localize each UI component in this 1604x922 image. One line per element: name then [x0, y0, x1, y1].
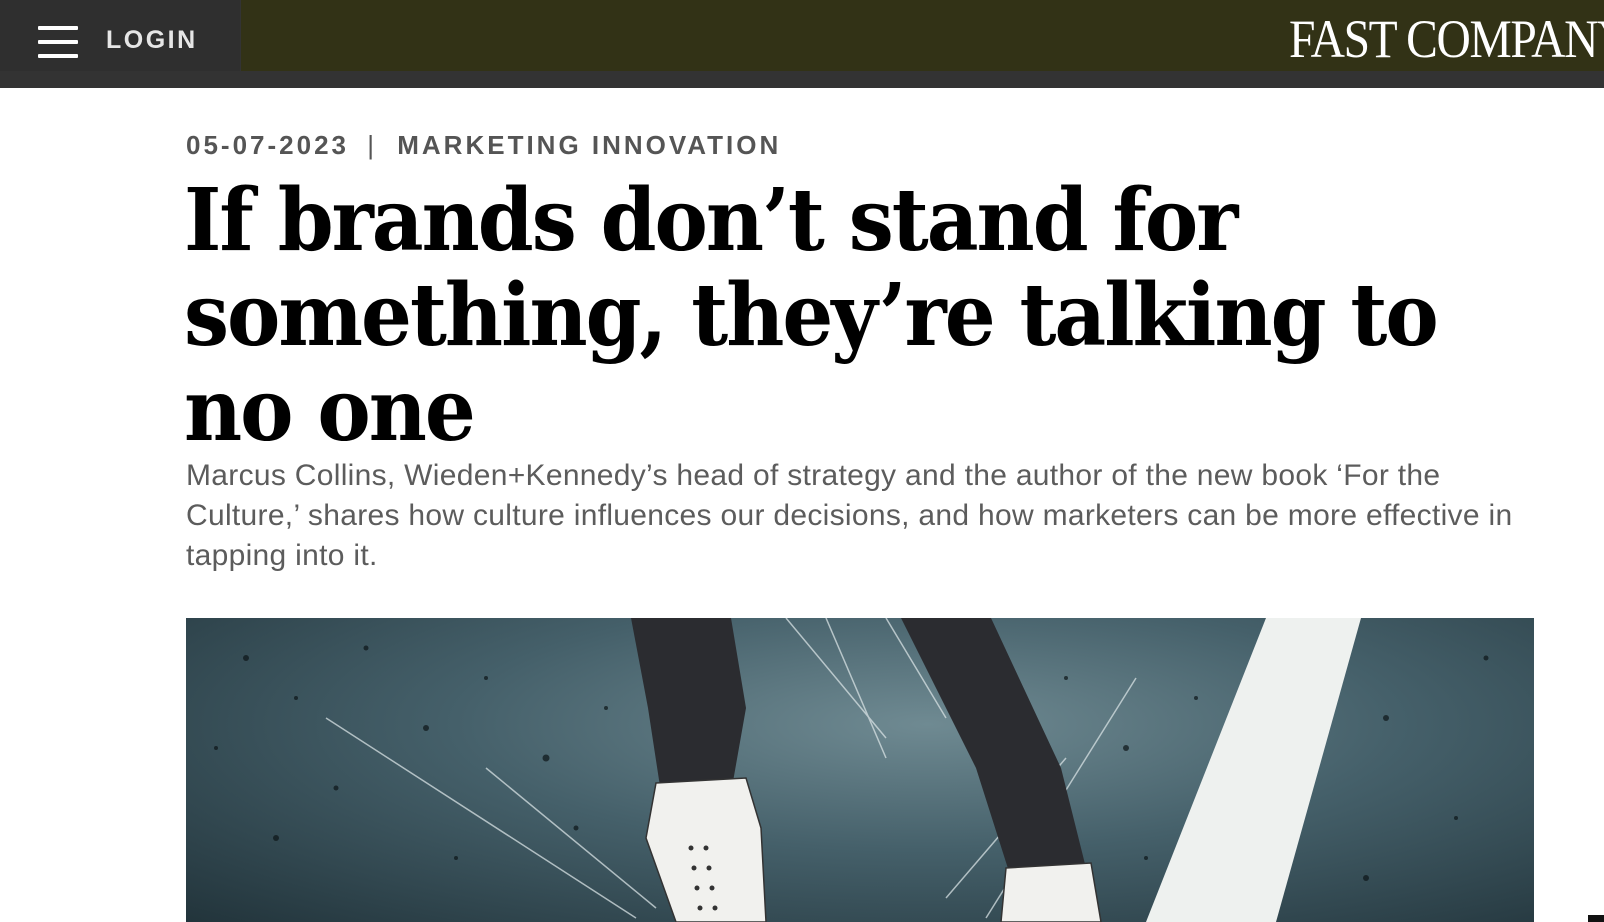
brand-bar: FAST COMPANY	[241, 0, 1604, 71]
article-headline: If brands don’t stand for something, the…	[184, 168, 1439, 461]
hero-image	[186, 618, 1534, 922]
meta-separator: |	[367, 130, 377, 160]
fast-company-logo[interactable]: FAST COMPANY	[1289, 12, 1604, 66]
hamburger-line	[38, 26, 78, 30]
left-leg	[631, 618, 746, 793]
road-stripe	[1146, 618, 1361, 922]
article-dek: Marcus Collins, Wieden+Kennedy’s head of…	[186, 459, 1513, 572]
right-boot	[1000, 862, 1102, 922]
scroll-indicator	[1588, 915, 1604, 922]
hamburger-line	[38, 40, 78, 44]
hero-illustration	[214, 618, 1489, 922]
hamburger-line	[38, 54, 78, 58]
right-leg	[901, 618, 1086, 878]
article-date: 05-07-2023	[186, 130, 349, 160]
article-meta: 05-07-2023 | MARKETING INNOVATION	[186, 130, 781, 161]
hamburger-menu-icon[interactable]	[38, 26, 78, 60]
site-header: LOGIN FAST COMPANY	[0, 0, 1604, 88]
login-link[interactable]: LOGIN	[106, 26, 198, 55]
header-left-panel: LOGIN	[0, 0, 240, 71]
article-category-link[interactable]: MARKETING INNOVATION	[397, 130, 781, 160]
